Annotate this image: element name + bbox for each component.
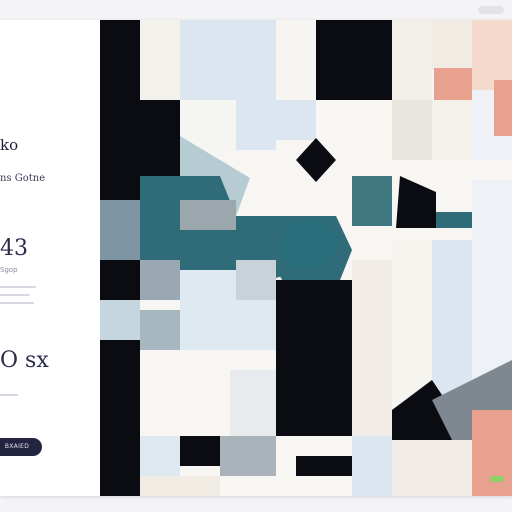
stat-primary-value: 43 (0, 236, 28, 261)
geometric-artwork (100, 20, 512, 496)
app-window: ko ns Gotne 43 Sgop O sx BXAIED (0, 20, 512, 496)
art-tile (220, 436, 276, 476)
art-tile (436, 212, 472, 228)
art-tile (140, 260, 180, 300)
artwork-canvas[interactable] (100, 20, 512, 496)
page-subtitle: ns Gotne (0, 173, 46, 184)
art-tile (276, 436, 352, 456)
art-tile (432, 240, 472, 400)
art-tile (236, 260, 276, 300)
art-tile (432, 20, 472, 70)
art-tile (236, 100, 276, 150)
art-tile (352, 176, 392, 226)
art-tile (180, 436, 220, 466)
art-tile (392, 100, 432, 160)
art-tile (432, 100, 472, 160)
art-tile (296, 456, 352, 476)
placeholder-text-line (0, 294, 30, 296)
art-tile (140, 20, 180, 100)
window-top-bar (0, 0, 512, 20)
art-shape (280, 220, 336, 270)
art-tile (316, 20, 392, 100)
art-tile (392, 240, 432, 400)
art-tile (180, 20, 276, 100)
placeholder-text-line (0, 302, 34, 304)
primary-cta-button[interactable]: BXAIED (0, 438, 42, 456)
page-title: ko (0, 136, 19, 154)
art-tile (140, 476, 220, 496)
art-tile (472, 20, 512, 90)
art-tile (352, 260, 392, 436)
art-tile (276, 100, 316, 140)
art-tile (352, 436, 392, 496)
art-tile (472, 180, 512, 380)
art-tile (494, 80, 512, 136)
stat-secondary-value: O sx (0, 348, 49, 373)
art-tile (100, 300, 140, 340)
art-tile (100, 200, 140, 260)
art-tile (220, 476, 296, 496)
art-shape (396, 176, 436, 228)
art-tile (180, 200, 236, 230)
art-tile (392, 20, 432, 100)
window-control[interactable] (478, 6, 504, 14)
placeholder-text-line (0, 394, 18, 396)
status-indicator-icon (490, 476, 504, 482)
art-shape (230, 370, 276, 436)
info-sidebar: ko ns Gotne 43 Sgop O sx BXAIED (0, 20, 100, 496)
art-tile (276, 280, 352, 436)
art-tile (434, 68, 472, 100)
art-tile (276, 20, 316, 100)
art-tile (472, 410, 512, 496)
art-tile (392, 440, 472, 496)
stat-primary-label: Sgop (0, 266, 18, 274)
placeholder-text-line (0, 286, 36, 288)
